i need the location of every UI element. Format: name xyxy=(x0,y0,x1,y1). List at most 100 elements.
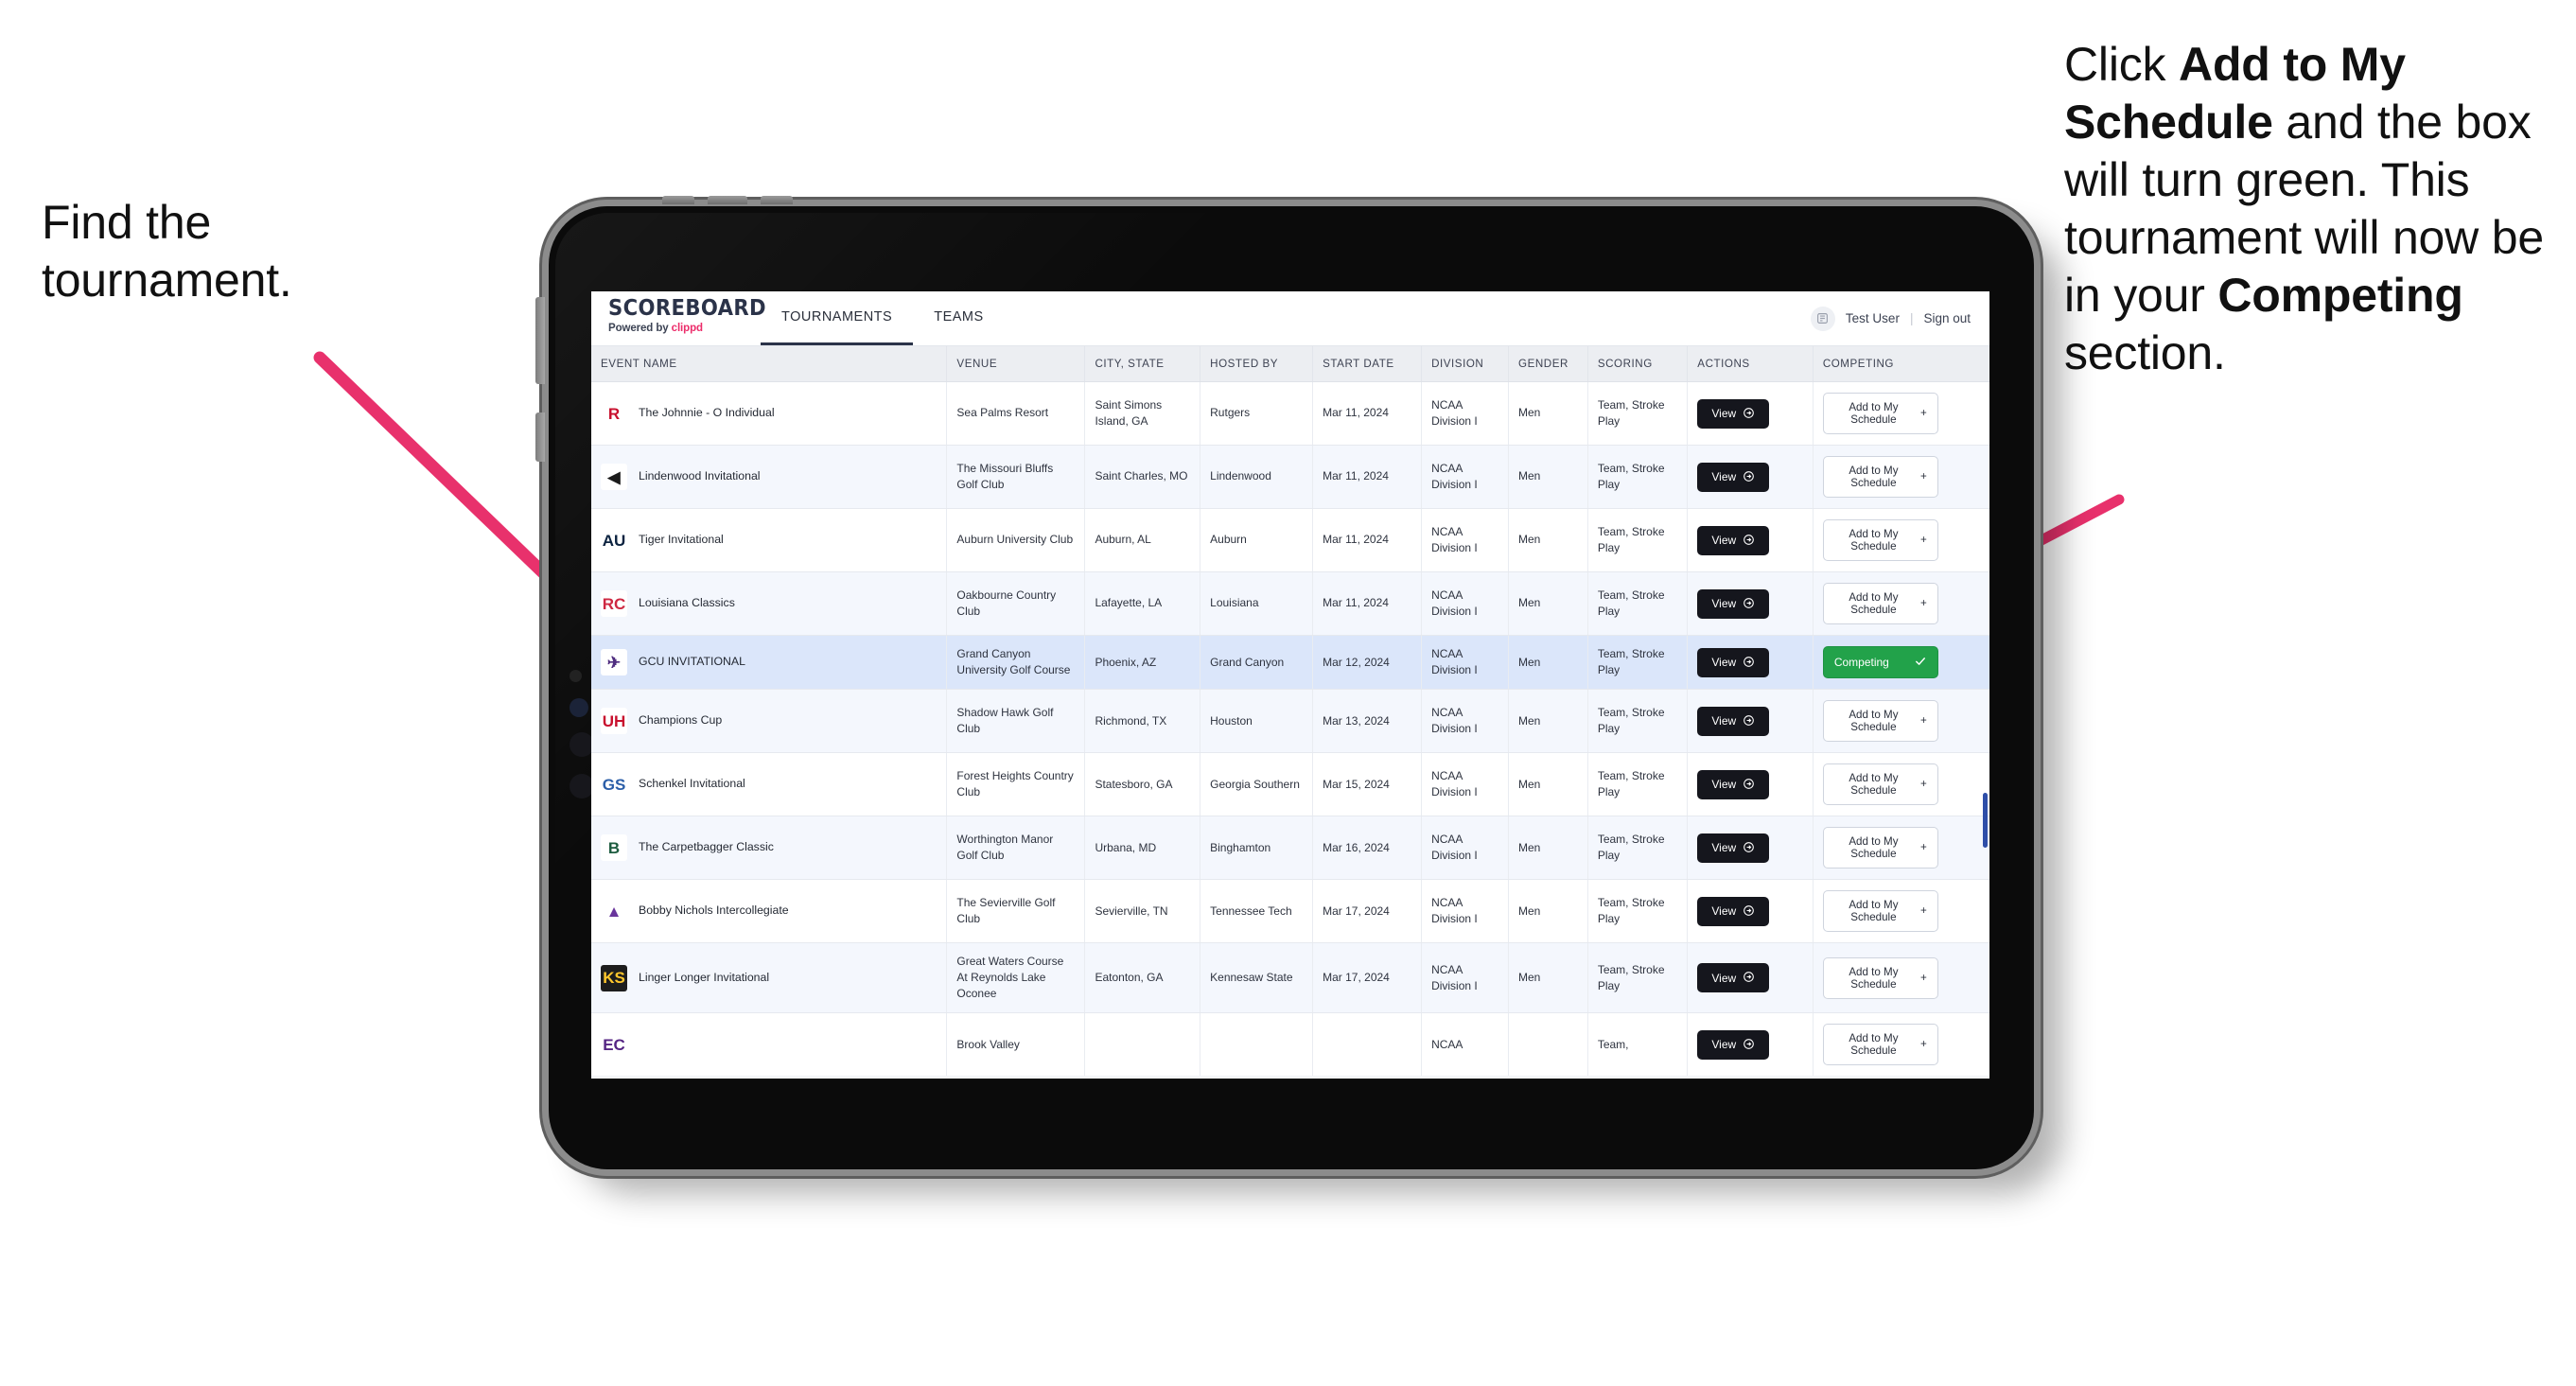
cell-venue: Auburn University Club xyxy=(946,508,1086,572)
cell-hosted-by: Grand Canyon xyxy=(1200,635,1314,691)
cell-division: NCAA xyxy=(1421,1012,1509,1078)
view-button[interactable]: View xyxy=(1697,706,1770,736)
top-edge-button-b[interactable] xyxy=(708,196,747,204)
view-button[interactable]: View xyxy=(1697,398,1770,429)
table-row[interactable]: ▲ Bobby Nichols Intercollegiate The Sevier… xyxy=(591,879,1989,944)
user-avatar-icon[interactable] xyxy=(1810,306,1835,331)
cell-competing: Add to My Schedule + xyxy=(1813,752,1989,817)
add-to-my-schedule-button[interactable]: Add to My Schedule + xyxy=(1822,890,1938,933)
add-to-my-schedule-label: Add to My Schedule xyxy=(1849,835,1899,861)
table-row[interactable]: RC Louisiana Classics Oakbourne Country Cl… xyxy=(591,571,1989,636)
power-button[interactable] xyxy=(535,297,545,384)
column-header-venue[interactable]: VENUE xyxy=(946,346,1086,382)
table-row[interactable]: B The Carpetbagger Classic Worthington Man… xyxy=(591,816,1989,881)
plus-icon: + xyxy=(1920,904,1927,918)
cell-competing: Add to My Schedule + xyxy=(1813,571,1989,636)
view-button[interactable]: View xyxy=(1697,896,1770,926)
cell-city-state: Eatonton, GA xyxy=(1084,942,1201,1014)
cell-competing: Add to My Schedule + xyxy=(1813,445,1989,509)
cell-city-state: Saint Charles, MO xyxy=(1084,445,1201,509)
cell-hosted-by: Tennessee Tech xyxy=(1200,879,1314,944)
table-row[interactable]: GS Schenkel Invitational Forest Heights Co… xyxy=(591,752,1989,817)
cell-scoring: Team, Stroke Play xyxy=(1587,571,1689,636)
cell-city-state: Richmond, TX xyxy=(1084,689,1201,754)
table-row[interactable]: EC Brook Valley NCAA Team, View Add to My Sch… xyxy=(591,1012,1989,1078)
column-header-competing[interactable]: COMPETING xyxy=(1813,346,1989,382)
view-button[interactable]: View xyxy=(1697,769,1770,799)
cell-scoring: Team, Stroke Play xyxy=(1587,381,1689,446)
view-button[interactable]: View xyxy=(1697,525,1770,555)
cell-start-date: Mar 16, 2024 xyxy=(1312,816,1423,881)
brand-tagline: Powered by clippd xyxy=(608,323,747,334)
cell-gender: Men xyxy=(1508,879,1588,944)
column-header-gender[interactable]: GENDER xyxy=(1508,346,1588,382)
column-header-city-state[interactable]: CITY, STATE xyxy=(1084,346,1201,382)
add-to-my-schedule-button[interactable]: Add to My Schedule + xyxy=(1822,956,1938,999)
table-row[interactable]: UH Champions Cup Shadow Hawk Golf Club Rich… xyxy=(591,689,1989,754)
table-row[interactable]: AU Tiger Invitational Auburn University Cl… xyxy=(591,508,1989,572)
table-row[interactable]: KS Linger Longer Invitational Great Waters… xyxy=(591,942,1989,1014)
add-to-my-schedule-button[interactable]: Add to My Schedule + xyxy=(1822,456,1938,498)
add-to-my-schedule-button[interactable]: Add to My Schedule + xyxy=(1822,519,1938,561)
cell-event-name: UH Champions Cup xyxy=(591,689,948,754)
arrow-circle-right-icon xyxy=(1743,1038,1755,1052)
cell-competing: Add to My Schedule + xyxy=(1813,816,1989,881)
event-name-label: Champions Cup xyxy=(639,713,723,728)
add-to-my-schedule-button[interactable]: Add to My Schedule + xyxy=(1822,700,1938,743)
cell-competing: Add to My Schedule + xyxy=(1813,879,1989,944)
cell-competing: Add to My Schedule + xyxy=(1813,381,1989,446)
vertical-scrollbar[interactable] xyxy=(1983,793,1988,848)
view-button[interactable]: View xyxy=(1697,833,1770,863)
column-header-hosted-by[interactable]: HOSTED BY xyxy=(1200,346,1314,382)
nav-tabs: TOURNAMENTS TEAMS xyxy=(761,291,1005,345)
arrow-circle-right-icon xyxy=(1743,597,1755,611)
event-name-label: Bobby Nichols Intercollegiate xyxy=(639,904,789,918)
add-to-my-schedule-button[interactable]: Add to My Schedule + xyxy=(1822,827,1938,869)
brand-clippd: clippd xyxy=(671,323,703,334)
table-row[interactable]: R The Johnnie - O Individual Sea Palms Res… xyxy=(591,381,1989,446)
cell-division: NCAA Division I xyxy=(1421,445,1509,509)
top-edge-button-a[interactable] xyxy=(662,196,694,204)
view-button[interactable]: View xyxy=(1697,462,1770,492)
arrow-circle-right-icon xyxy=(1743,714,1755,728)
tablet-screen: SCOREBOARD Powered by clippd TOURNAMENTS… xyxy=(591,291,1989,1079)
column-header-event-name[interactable]: EVENT NAME xyxy=(591,346,948,382)
table-body: R The Johnnie - O Individual Sea Palms Res… xyxy=(591,381,1989,1078)
plus-icon: + xyxy=(1920,534,1927,547)
view-button[interactable]: View xyxy=(1697,647,1770,677)
cell-scoring: Team, Stroke Play xyxy=(1587,445,1689,509)
callout-right-segment-4: section. xyxy=(2064,326,2226,379)
cell-event-name: B The Carpetbagger Classic xyxy=(591,816,948,881)
tab-tournaments[interactable]: TOURNAMENTS xyxy=(761,291,914,345)
sign-out-link[interactable]: Sign out xyxy=(1923,311,1971,325)
column-header-actions[interactable]: ACTIONS xyxy=(1687,346,1814,382)
table-row[interactable]: ◀ Lindenwood Invitational The Missouri Blu… xyxy=(591,445,1989,509)
column-header-division[interactable]: DIVISION xyxy=(1421,346,1509,382)
volume-button[interactable] xyxy=(535,412,545,462)
view-button[interactable]: View xyxy=(1697,963,1770,993)
callout-find-tournament: Find the tournament. xyxy=(42,194,448,309)
add-to-my-schedule-button[interactable]: Add to My Schedule + xyxy=(1822,583,1938,624)
tab-teams[interactable]: TEAMS xyxy=(913,291,1004,345)
team-logo-icon: GS xyxy=(601,771,627,798)
brand-logo[interactable]: SCOREBOARD Powered by clippd xyxy=(591,291,766,345)
cell-hosted-by: Georgia Southern xyxy=(1200,752,1314,817)
column-header-scoring[interactable]: SCORING xyxy=(1587,346,1689,382)
add-to-my-schedule-button[interactable]: Add to My Schedule + xyxy=(1822,1024,1938,1066)
cell-scoring: Team, Stroke Play xyxy=(1587,635,1689,691)
header-separator: | xyxy=(1909,311,1914,325)
add-to-my-schedule-button[interactable]: Add to My Schedule + xyxy=(1822,763,1938,806)
arrow-circle-right-icon xyxy=(1743,656,1755,670)
tournaments-table-container[interactable]: EVENT NAME VENUE CITY, STATE HOSTED BY S… xyxy=(591,346,1989,1079)
competing-button[interactable]: Competing xyxy=(1822,646,1938,679)
team-logo-icon: ✈ xyxy=(601,649,627,676)
add-to-my-schedule-button[interactable]: Add to My Schedule + xyxy=(1822,393,1938,434)
view-button[interactable]: View xyxy=(1697,588,1770,619)
event-name-label: Lindenwood Invitational xyxy=(639,469,761,483)
cell-venue: Grand Canyon University Golf Course xyxy=(946,635,1086,691)
top-edge-button-c[interactable] xyxy=(761,196,793,204)
table-row[interactable]: ✈ GCU INVITATIONAL Grand Canyon University… xyxy=(591,635,1989,691)
view-button[interactable]: View xyxy=(1697,1029,1770,1060)
cell-city-state: Auburn, AL xyxy=(1084,508,1201,572)
column-header-start-date[interactable]: START DATE xyxy=(1312,346,1423,382)
